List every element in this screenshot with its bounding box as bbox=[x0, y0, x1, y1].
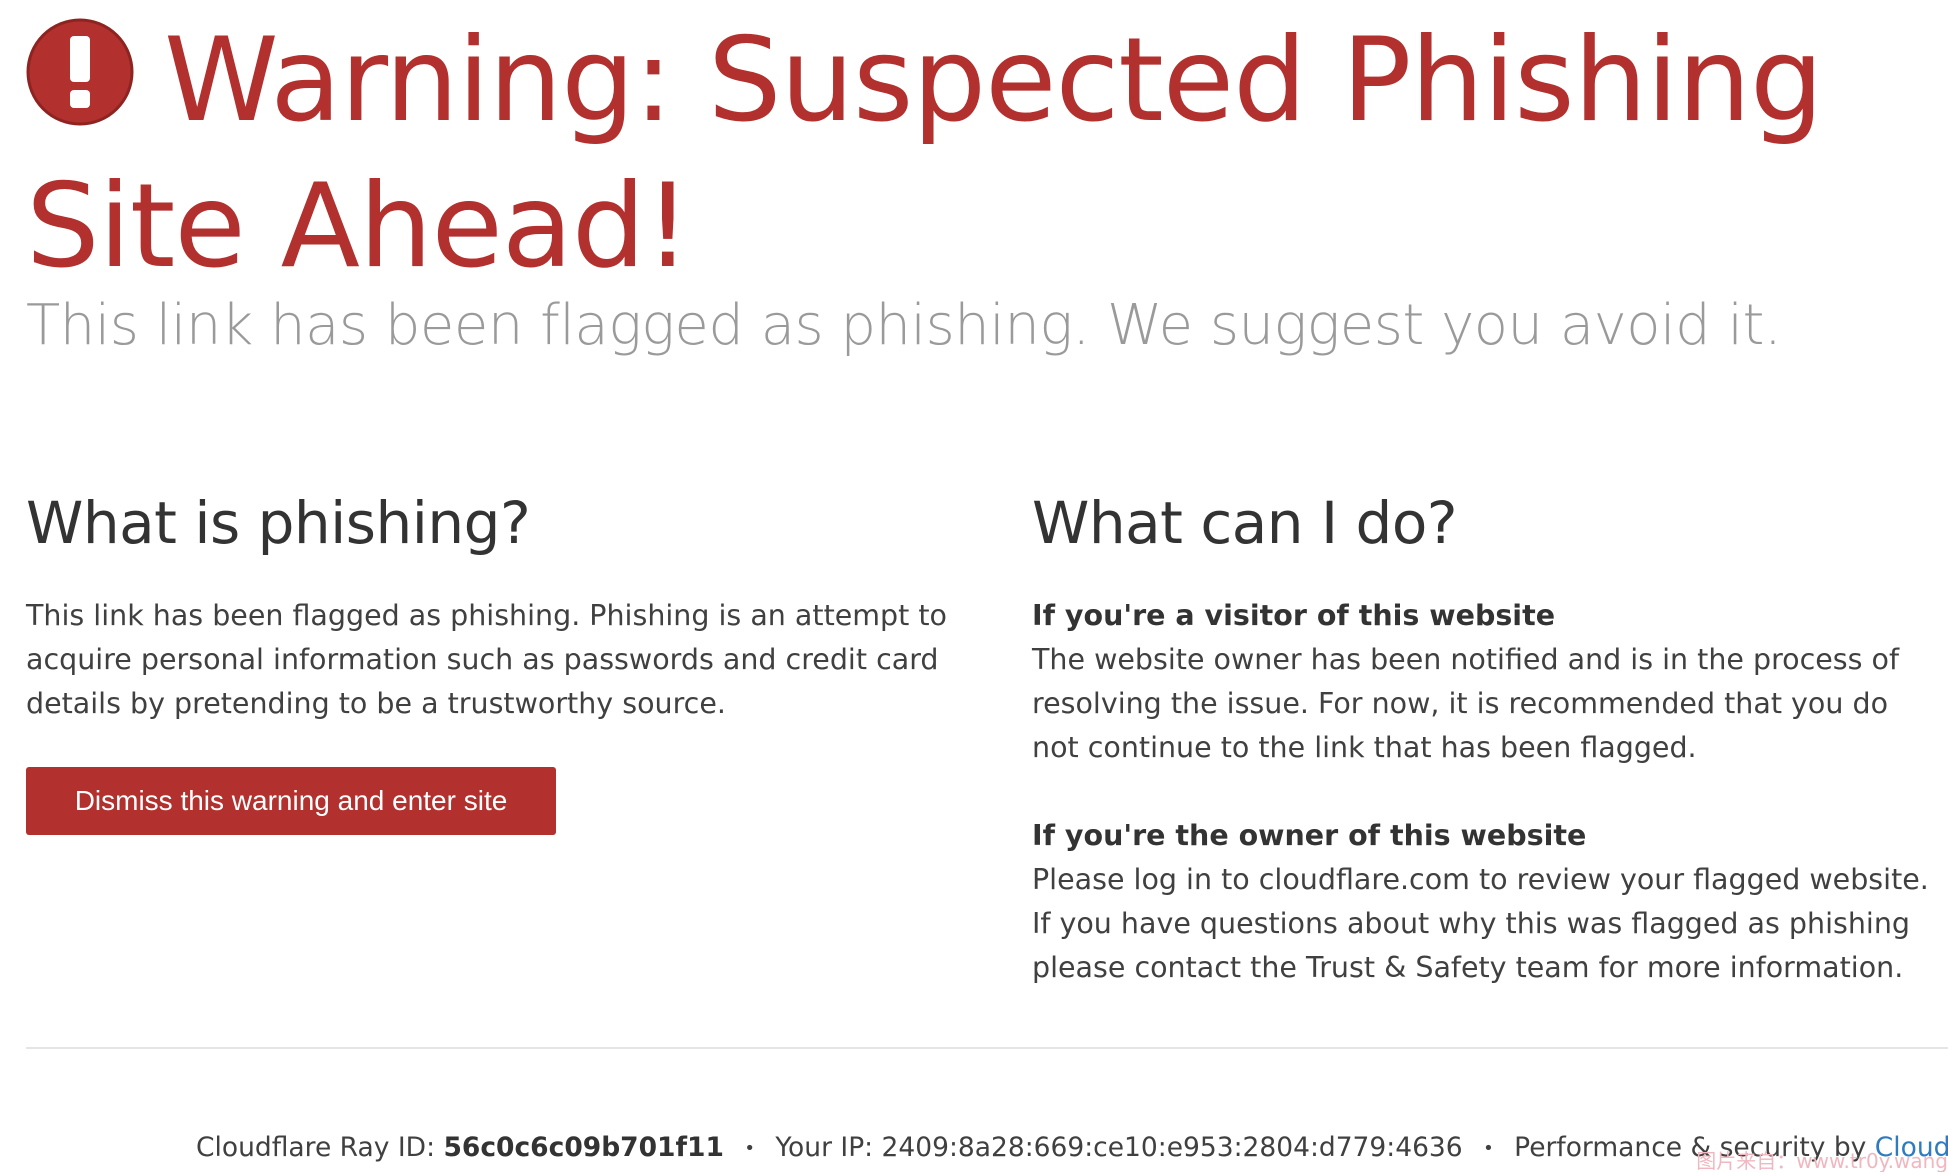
owner-paragraph: If you're the owner of this website Plea… bbox=[1032, 814, 1932, 990]
footer-separator: • bbox=[744, 1137, 755, 1159]
ray-id-value: 56c0c6c09b701f11 bbox=[443, 1132, 724, 1163]
visitor-paragraph: If you're a visitor of this website The … bbox=[1032, 594, 1932, 770]
what-is-phishing-heading: What is phishing? bbox=[26, 489, 531, 557]
page-subtitle: This link has been flagged as phishing. … bbox=[26, 293, 1782, 358]
what-can-i-do-section: What can I do? If you're a visitor of th… bbox=[1032, 490, 1932, 990]
what-is-phishing-section: What is phishing? This link has been fla… bbox=[26, 490, 956, 726]
ray-id-label: Cloudflare Ray ID: bbox=[196, 1132, 435, 1163]
footer-divider bbox=[26, 1047, 1948, 1049]
footer-separator: • bbox=[1483, 1137, 1494, 1159]
visitor-title: If you're a visitor of this website bbox=[1032, 599, 1556, 632]
ip-value: 2409:8a28:669:ce10:e953:2804:d779:4636 bbox=[881, 1132, 1463, 1163]
page-title: Warning: Suspected Phishing Site Ahead! bbox=[26, 13, 1824, 294]
watermark: 图片来自：www.tr0y.wang bbox=[1696, 1149, 1948, 1172]
visitor-body: The website owner has been notified and … bbox=[1032, 643, 1900, 764]
dismiss-warning-button[interactable]: Dismiss this warning and enter site bbox=[26, 767, 556, 835]
what-is-phishing-body: This link has been flagged as phishing. … bbox=[26, 599, 947, 720]
ip-label: Your IP: bbox=[775, 1132, 874, 1163]
owner-title: If you're the owner of this website bbox=[1032, 819, 1587, 852]
what-can-i-do-heading: What can I do? bbox=[1032, 489, 1458, 557]
owner-body: Please log in to cloudflare.com to revie… bbox=[1032, 863, 1929, 984]
phishing-warning-page: Warning: Suspected Phishing Site Ahead! … bbox=[0, 0, 1948, 1172]
footer: Cloudflare Ray ID: 56c0c6c09b701f11 • Yo… bbox=[196, 1128, 1948, 1169]
